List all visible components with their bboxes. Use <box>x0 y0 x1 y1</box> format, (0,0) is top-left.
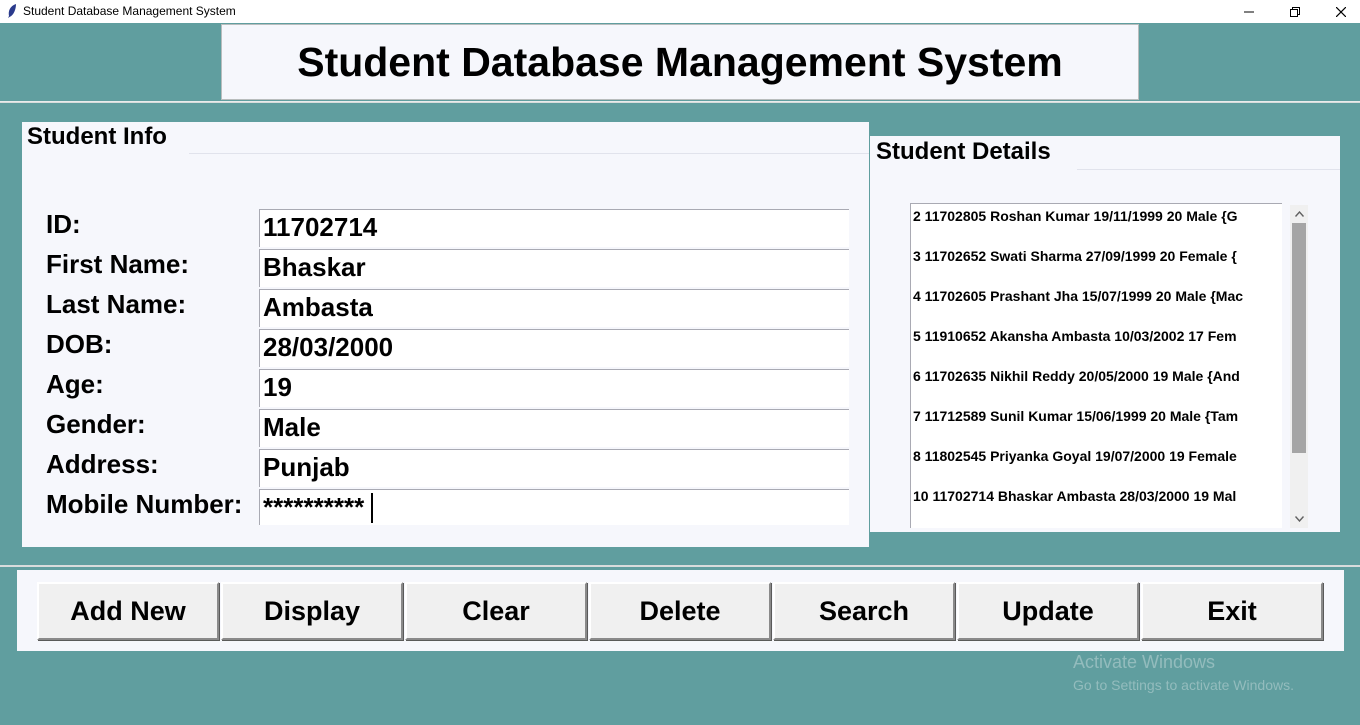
delete-button[interactable]: Delete <box>589 582 771 640</box>
first-name-label: First Name: <box>46 249 190 279</box>
close-icon <box>1336 6 1346 17</box>
clear-button[interactable]: Clear <box>405 582 587 640</box>
list-item[interactable]: 6 11702635 Nikhil Reddy 20/05/2000 19 Ma… <box>913 368 1240 384</box>
feather-icon <box>6 3 18 19</box>
activation-watermark-title: Activate Windows <box>1073 652 1216 672</box>
list-item[interactable]: 7 11712589 Sunil Kumar 15/06/1999 20 Mal… <box>913 408 1238 424</box>
chevron-down-icon <box>1294 516 1304 522</box>
last-name-field[interactable]: Ambasta <box>259 289 849 327</box>
scroll-down-button[interactable] <box>1290 510 1308 528</box>
list-item[interactable]: 5 11910652 Akansha Ambasta 10/03/2002 17… <box>913 328 1237 344</box>
list-item[interactable]: 10 11702714 Bhaskar Ambasta 28/03/2000 1… <box>913 488 1236 504</box>
address-label: Address: <box>46 449 159 479</box>
first-name-field[interactable]: Bhaskar <box>259 249 849 287</box>
gender-field[interactable]: Male <box>259 409 849 447</box>
address-field[interactable]: Punjab <box>259 449 849 487</box>
display-button[interactable]: Display <box>221 582 403 640</box>
chevron-up-icon <box>1294 211 1304 217</box>
page-title: Student Database Management System <box>297 38 1063 85</box>
scroll-up-button[interactable] <box>1290 205 1308 223</box>
minimize-button[interactable] <box>1226 0 1272 23</box>
id-label: ID: <box>46 209 81 239</box>
id-field[interactable]: 11702714 <box>259 209 849 247</box>
gender-label: Gender: <box>46 409 146 439</box>
age-label: Age: <box>46 369 104 399</box>
dob-field[interactable]: 28/03/2000 <box>259 329 849 367</box>
dob-label: DOB: <box>46 329 113 359</box>
activation-watermark-text: Go to Settings to activate Windows. <box>1073 677 1294 693</box>
scrollbar-thumb[interactable] <box>1292 223 1306 453</box>
mobile-number-field[interactable]: ********** <box>259 489 849 525</box>
search-button[interactable]: Search <box>773 582 955 640</box>
window-title: Student Database Management System <box>23 4 236 18</box>
divider <box>189 153 869 154</box>
student-info-title: Student Info <box>27 123 167 150</box>
divider <box>1077 169 1340 170</box>
list-item[interactable]: 3 11702652 Swati Sharma 27/09/1999 20 Fe… <box>913 248 1237 264</box>
exit-button[interactable]: Exit <box>1141 582 1323 640</box>
student-list[interactable]: 2 11702805 Roshan Kumar 19/11/1999 20 Ma… <box>910 203 1282 528</box>
list-item[interactable]: 2 11702805 Roshan Kumar 19/11/1999 20 Ma… <box>913 208 1238 224</box>
restore-button[interactable] <box>1272 0 1318 23</box>
list-item[interactable]: 4 11702605 Prashant Jha 15/07/1999 20 Ma… <box>913 288 1243 304</box>
list-item[interactable]: 8 11802545 Priyanka Goyal 19/07/2000 19 … <box>913 448 1237 464</box>
text-caret <box>371 493 373 523</box>
student-details-title: Student Details <box>876 138 1051 165</box>
maximize-icon <box>1290 6 1300 17</box>
close-button[interactable] <box>1318 0 1360 23</box>
update-button[interactable]: Update <box>957 582 1139 640</box>
add-new-button[interactable]: Add New <box>37 582 219 640</box>
last-name-label: Last Name: <box>46 289 187 319</box>
mobile-number-label: Mobile Number: <box>46 489 243 519</box>
minimize-icon <box>1244 11 1254 12</box>
age-field[interactable]: 19 <box>259 369 849 407</box>
